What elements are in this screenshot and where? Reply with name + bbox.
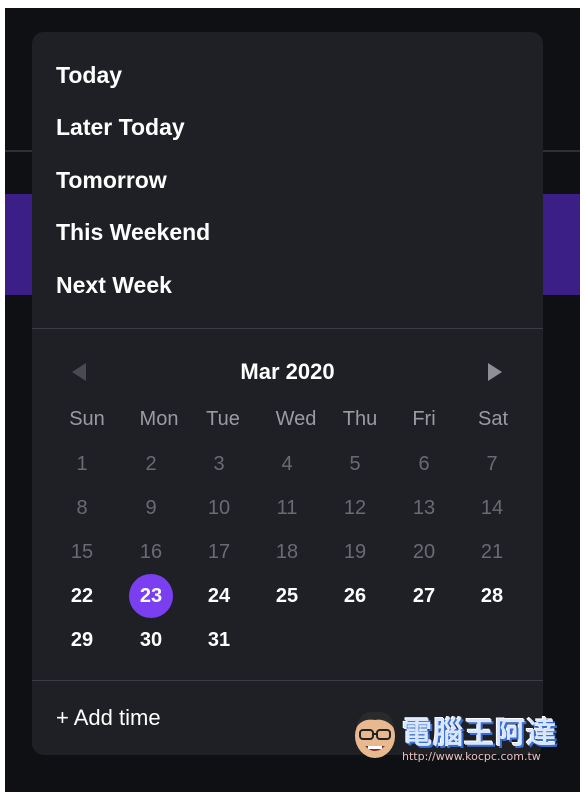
calendar-day: 3 (213, 453, 225, 475)
watermark-text: 電腦王阿達 (402, 716, 557, 751)
calendar-day: 20 (412, 541, 436, 563)
calendar-day[interactable]: 25 (265, 574, 309, 618)
next-month-button[interactable] (476, 354, 512, 390)
snooze-date-picker-popup: Today Later Today Tomorrow This Weekend … (32, 32, 543, 755)
calendar-day: 14 (480, 497, 504, 519)
chevron-right-icon (488, 363, 502, 381)
add-time-button[interactable]: + Add time (56, 700, 161, 736)
calendar-day: 5 (349, 453, 361, 475)
calendar-day[interactable]: 30 (129, 618, 173, 662)
quick-options-list: Today Later Today Tomorrow This Weekend … (32, 32, 543, 328)
calendar-day: 6 (418, 453, 430, 475)
calendar-day[interactable]: 24 (197, 574, 241, 618)
quick-option-next-week[interactable]: Next Week (56, 268, 172, 302)
calendar-day: 2 (145, 453, 157, 475)
calendar-day: 18 (275, 541, 299, 563)
calendar-day[interactable]: 31 (197, 618, 241, 662)
section-divider (32, 328, 543, 329)
calendar-day: 13 (412, 497, 436, 519)
weekday-label: Wed (275, 408, 317, 430)
watermark-logo: 電腦王阿達 http://www.kocpc.com.tw (352, 702, 562, 772)
calendar-day: 10 (207, 497, 231, 519)
calendar-day[interactable]: 26 (333, 574, 377, 618)
calendar-day: 4 (281, 453, 293, 475)
calendar-day: 11 (276, 497, 298, 519)
calendar-day: 15 (70, 541, 94, 563)
watermark-url: http://www.kocpc.com.tw (402, 750, 541, 763)
calendar-day: 8 (76, 497, 88, 519)
calendar-day[interactable]: 28 (470, 574, 514, 618)
quick-option-this-weekend[interactable]: This Weekend (56, 215, 210, 249)
calendar-day: 1 (76, 453, 88, 475)
weekday-label: Thu (342, 408, 378, 430)
weekday-label: Mon (139, 408, 179, 430)
calendar-day: 16 (139, 541, 163, 563)
month-year-label: Mar 2020 (240, 359, 335, 384)
weekday-label: Sun (69, 408, 105, 430)
calendar-day-selected[interactable]: 23 (129, 574, 173, 618)
calendar-day: 12 (343, 497, 367, 519)
calendar-day[interactable]: 22 (60, 574, 104, 618)
quick-option-today[interactable]: Today (56, 58, 122, 92)
mascot-face-icon (355, 711, 395, 758)
weekday-label: Sat (477, 408, 509, 430)
weekday-label: Fri (412, 408, 436, 430)
calendar-day: 21 (480, 541, 504, 563)
weekday-label: Tue (206, 408, 240, 430)
calendar-day: 9 (145, 497, 157, 519)
calendar-day: 19 (343, 541, 367, 563)
calendar-day[interactable]: 29 (60, 618, 104, 662)
quick-option-later-today[interactable]: Later Today (56, 110, 185, 144)
section-divider (32, 680, 543, 681)
calendar-day: 7 (486, 453, 498, 475)
quick-option-tomorrow[interactable]: Tomorrow (56, 163, 167, 197)
calendar-day[interactable]: 27 (402, 574, 446, 618)
calendar-day: 17 (207, 541, 231, 563)
calendar-header: Mar 2020 (32, 354, 543, 390)
